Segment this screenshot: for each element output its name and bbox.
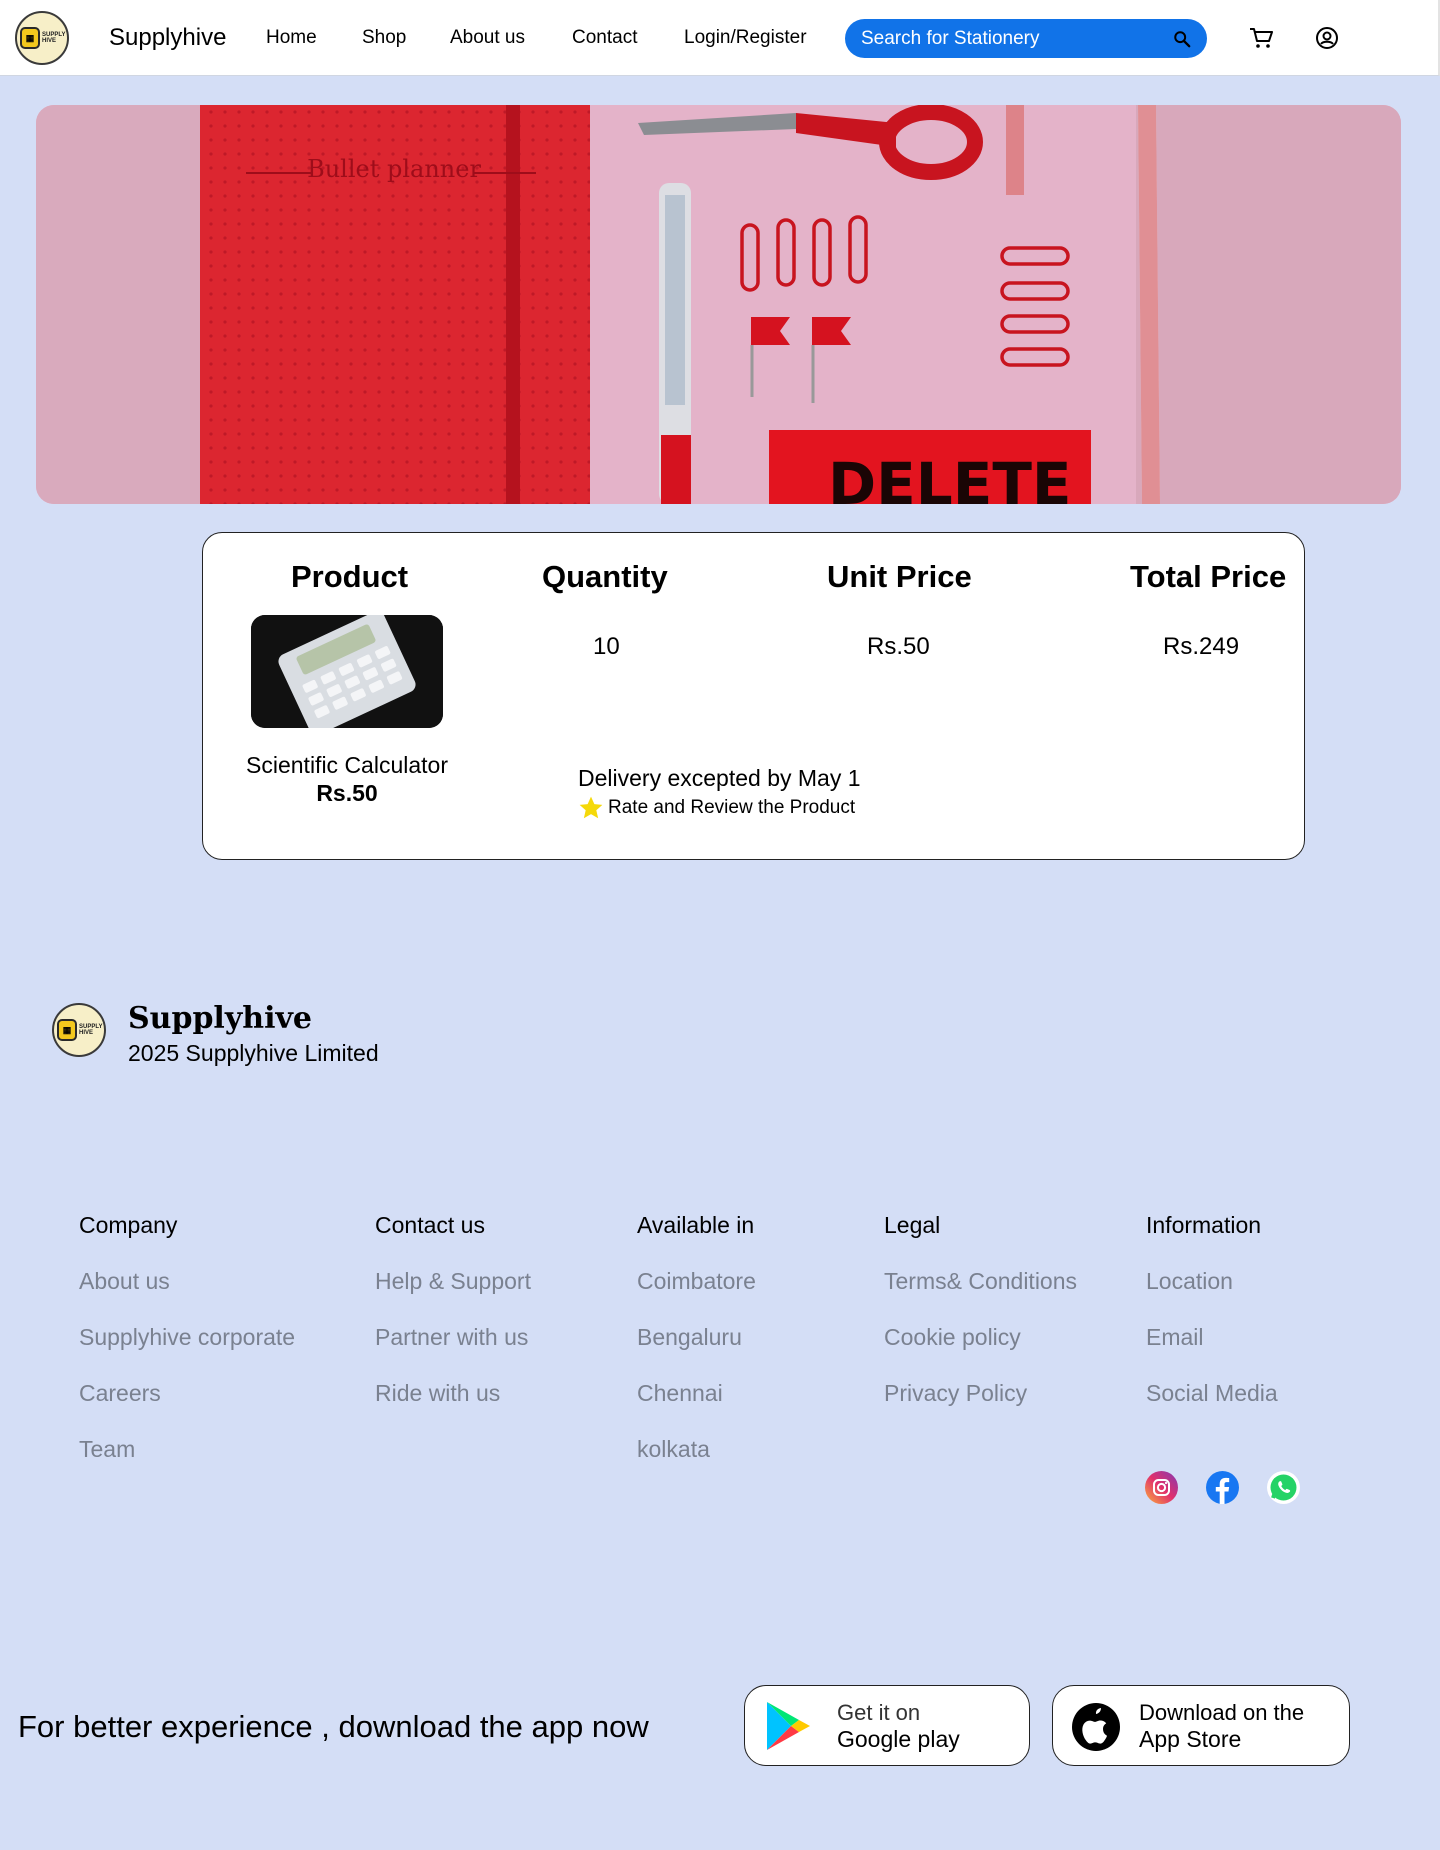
instagram-icon[interactable] — [1145, 1471, 1178, 1504]
nav-contact[interactable]: Contact — [572, 27, 637, 49]
google-play-line2: Google play — [837, 1725, 960, 1752]
delivery-estimate: Delivery excepted by May 1 — [578, 765, 861, 791]
order-summary-card: Product Quantity Unit Price Total Price … — [202, 532, 1305, 860]
unit-price-value: Rs.50 — [867, 633, 930, 660]
app-store-line2: App Store — [1139, 1725, 1242, 1752]
rate-review-link[interactable]: Rate and Review the Product — [578, 795, 855, 821]
footer-logo[interactable]: ▦ SUPPLY HIVE — [52, 1003, 106, 1057]
app-download-cta: For better experience , download the app… — [18, 1709, 649, 1744]
footer-link-privacy[interactable]: Privacy Policy — [884, 1380, 1077, 1436]
header-quantity: Quantity — [542, 559, 668, 594]
facebook-icon[interactable] — [1206, 1471, 1239, 1504]
search-input[interactable] — [861, 27, 1161, 50]
whatsapp-icon[interactable] — [1267, 1471, 1300, 1504]
footer-link-cookie[interactable]: Cookie policy — [884, 1324, 1077, 1380]
footer-copyright: 2025 Supplyhive Limited — [128, 1040, 379, 1066]
social-links — [1145, 1471, 1300, 1504]
hero-banner: Bullet planner DELETE — [36, 105, 1401, 504]
footer-link-social-media[interactable]: Social Media — [1146, 1380, 1278, 1436]
footer-col-company: Company About us Supplyhive corporate Ca… — [79, 1212, 295, 1492]
footer-col-information: Information Location Email Social Media — [1146, 1212, 1278, 1436]
footer-col-legal: Legal Terms& Conditions Cookie policy Pr… — [884, 1212, 1077, 1436]
app-store-line1: Download on the — [1139, 1699, 1305, 1725]
hive-logo-icon: ▦ — [20, 27, 40, 49]
footer-link-location[interactable]: Location — [1146, 1268, 1278, 1324]
footer-col-title: Company — [79, 1212, 178, 1238]
google-play-line1: Get it on — [837, 1699, 921, 1725]
footer-link-bengaluru[interactable]: Bengaluru — [637, 1324, 756, 1380]
quantity-value: 10 — [593, 633, 620, 660]
footer-link-chennai[interactable]: Chennai — [637, 1380, 756, 1436]
navbar: ▦ SUPPLY HIVE Supplyhive Home Shop About… — [0, 0, 1440, 76]
cart-icon[interactable] — [1248, 26, 1274, 50]
total-price-value: Rs.249 — [1163, 633, 1240, 660]
header-unit-price: Unit Price — [827, 559, 972, 594]
notebook-label: Bullet planner — [307, 155, 481, 183]
footer-col-title: Available in — [637, 1212, 755, 1238]
footer-link-coimbatore[interactable]: Coimbatore — [637, 1268, 756, 1324]
search-bar[interactable] — [845, 19, 1207, 58]
footer-link-team[interactable]: Team — [79, 1436, 295, 1492]
nav-shop[interactable]: Shop — [362, 27, 406, 49]
nav-about-us[interactable]: About us — [450, 27, 525, 49]
footer-link-help-support[interactable]: Help & Support — [375, 1268, 531, 1324]
account-icon[interactable] — [1315, 26, 1339, 50]
nav-login-register[interactable]: Login/Register — [684, 27, 807, 49]
hero-stationery-image: Bullet planner DELETE — [36, 105, 1401, 504]
google-play-icon — [767, 1701, 810, 1750]
footer-col-title: Contact us — [375, 1212, 485, 1238]
hive-logo-icon: ▦ — [57, 1019, 77, 1041]
apple-icon — [1072, 1702, 1120, 1751]
footer-col-title: Information — [1146, 1212, 1262, 1238]
rate-review-label: Rate and Review the Product — [608, 797, 856, 818]
footer-link-partner[interactable]: Partner with us — [375, 1324, 531, 1380]
google-play-button[interactable]: Get it on Google play — [744, 1685, 1030, 1766]
search-icon[interactable] — [1173, 30, 1191, 48]
brand-name[interactable]: Supplyhive — [109, 24, 226, 52]
product-image-calculator[interactable] — [251, 615, 443, 728]
star-icon — [579, 796, 603, 819]
app-store-button[interactable]: Download on the App Store — [1052, 1685, 1350, 1766]
logo-text: SUPPLY HIVE — [42, 32, 66, 44]
footer-link-about-us[interactable]: About us — [79, 1268, 295, 1324]
footer-link-kolkata[interactable]: kolkata — [637, 1436, 756, 1492]
logo[interactable]: ▦ SUPPLY HIVE — [15, 11, 69, 65]
header-total-price: Total Price — [1130, 559, 1287, 594]
product-price: Rs.50 — [316, 780, 378, 806]
footer-link-careers[interactable]: Careers — [79, 1380, 295, 1436]
product-name[interactable]: Scientific Calculator — [203, 752, 491, 779]
eraser-label: DELETE — [828, 450, 1072, 504]
nav-home[interactable]: Home — [266, 27, 317, 49]
footer-col-contact: Contact us Help & Support Partner with u… — [375, 1212, 531, 1436]
footer-link-ride[interactable]: Ride with us — [375, 1380, 531, 1436]
footer-col-title: Legal — [884, 1212, 941, 1238]
logo-text: SUPPLY HIVE — [79, 1024, 103, 1036]
footer-col-available-in: Available in Coimbatore Bengaluru Chenna… — [637, 1212, 756, 1492]
footer-link-corporate[interactable]: Supplyhive corporate — [79, 1324, 295, 1380]
footer-link-terms[interactable]: Terms& Conditions — [884, 1268, 1077, 1324]
footer-link-email[interactable]: Email — [1146, 1324, 1278, 1380]
header-product: Product — [291, 559, 409, 594]
footer-brand-name: Supplyhive — [128, 1001, 312, 1036]
